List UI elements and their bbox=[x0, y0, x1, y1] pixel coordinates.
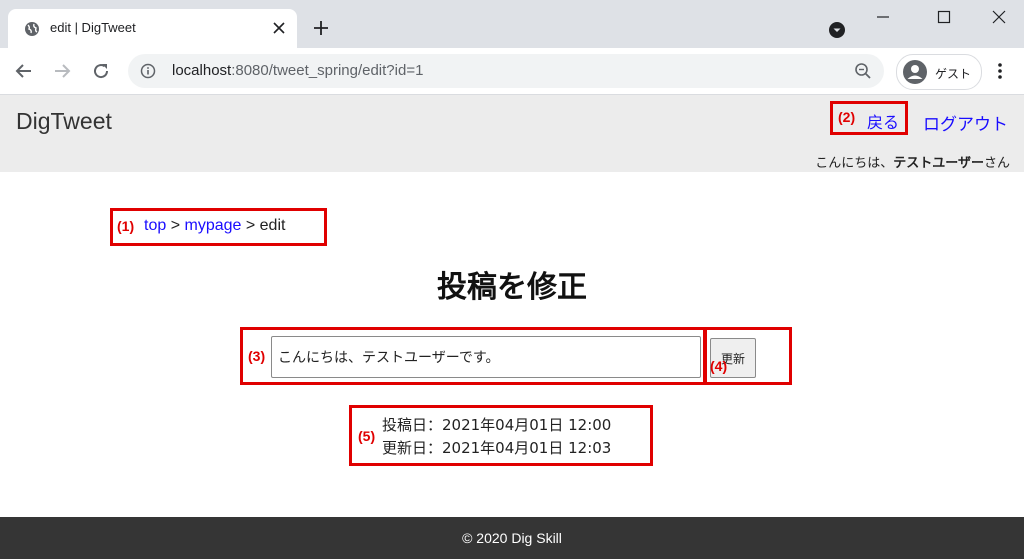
profile-label: ゲスト bbox=[935, 67, 972, 81]
back-arrow-icon[interactable] bbox=[12, 59, 36, 83]
annotation-label-5: (5) bbox=[358, 428, 376, 444]
avatar-icon bbox=[903, 60, 927, 84]
annotation-box-3: (3) bbox=[240, 327, 706, 385]
url-text: localhost:8080/tweet_spring/edit?id=1 bbox=[172, 62, 424, 79]
new-tab-icon[interactable] bbox=[309, 16, 333, 40]
browser-tab[interactable]: edit | DigTweet bbox=[8, 9, 297, 48]
annotation-box-1: (1) top > mypage > edit bbox=[110, 208, 327, 246]
user-greeting: こんにちは、テストユーザーさん bbox=[815, 156, 1010, 171]
minimize-icon[interactable] bbox=[868, 6, 898, 28]
annotation-label-2: (2) bbox=[838, 109, 856, 125]
reload-icon[interactable] bbox=[89, 59, 113, 83]
updated-date: 更新日：2021年04月01日 12:03 bbox=[382, 439, 612, 457]
forward-arrow-icon[interactable] bbox=[50, 59, 74, 83]
globe-icon bbox=[24, 21, 40, 37]
logout-link[interactable]: ログアウト bbox=[923, 110, 1008, 135]
close-tab-icon[interactable] bbox=[269, 18, 289, 38]
tab-title: edit | DigTweet bbox=[50, 20, 136, 35]
site-brand[interactable]: DigTweet bbox=[16, 108, 112, 135]
address-bar[interactable]: localhost:8080/tweet_spring/edit?id=1 bbox=[128, 54, 884, 88]
page-title: 投稿を修正 bbox=[437, 270, 587, 305]
tab-search-icon[interactable] bbox=[829, 22, 845, 38]
breadcrumb-separator: > bbox=[166, 217, 185, 234]
tweet-text-input[interactable] bbox=[271, 336, 701, 378]
breadcrumb: top > mypage > edit bbox=[144, 217, 285, 235]
site-header: DigTweet (2) 戻る ログアウト こんにちは、テストユーザーさん bbox=[0, 95, 1024, 172]
maximize-icon[interactable] bbox=[929, 6, 959, 28]
annotation-label-3: (3) bbox=[248, 348, 266, 364]
breadcrumb-mypage-link[interactable]: mypage bbox=[184, 217, 241, 234]
back-link[interactable]: 戻る bbox=[867, 109, 899, 133]
copyright-text: © 2020 Dig Skill bbox=[462, 530, 562, 546]
annotation-box-5: (5) 投稿日：2021年04月01日 12:00 更新日：2021年04月01… bbox=[349, 405, 653, 466]
posted-date: 投稿日：2021年04月01日 12:00 bbox=[382, 416, 612, 434]
site-info-icon[interactable] bbox=[140, 63, 156, 79]
breadcrumb-separator: > bbox=[241, 217, 260, 234]
browser-toolbar: localhost:8080/tweet_spring/edit?id=1 ゲス… bbox=[0, 48, 1024, 95]
user-name: テストユーザー bbox=[893, 156, 984, 171]
breadcrumb-top-link[interactable]: top bbox=[144, 217, 166, 234]
browser-titlebar: edit | DigTweet bbox=[0, 0, 1024, 48]
close-window-icon[interactable] bbox=[984, 6, 1014, 28]
site-footer: © 2020 Dig Skill bbox=[0, 517, 1024, 559]
annotation-box-2: (2) 戻る bbox=[830, 101, 908, 135]
profile-button[interactable]: ゲスト bbox=[896, 54, 982, 90]
zoom-icon[interactable] bbox=[854, 62, 872, 80]
breadcrumb-current: edit bbox=[259, 217, 286, 234]
more-menu-icon[interactable] bbox=[990, 60, 1010, 82]
annotation-label-1: (1) bbox=[117, 218, 135, 234]
timestamps: 投稿日：2021年04月01日 12:00 更新日：2021年04月01日 12… bbox=[382, 414, 611, 460]
annotation-label-4: (4) bbox=[710, 358, 728, 374]
annotation-box-4: 更新 (4) bbox=[704, 327, 792, 385]
